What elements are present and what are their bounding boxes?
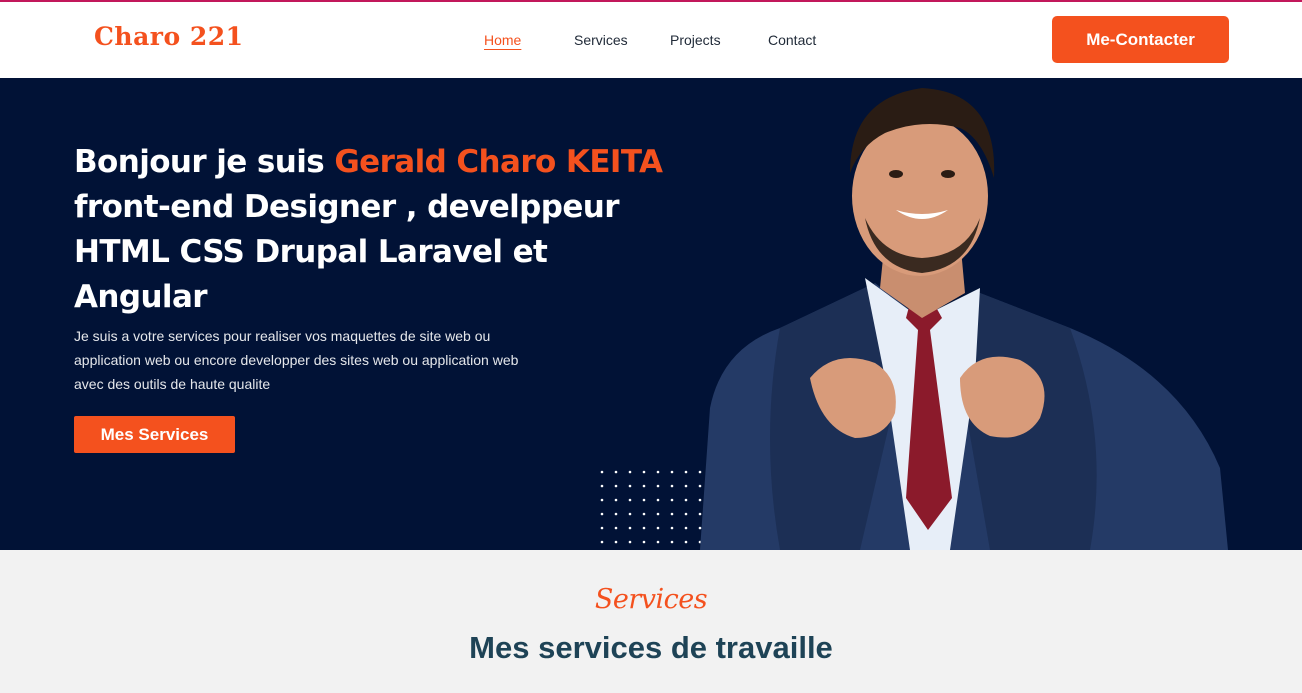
services-script-label: Services — [594, 584, 708, 615]
hero-section: Bonjour je suis Gerald Charo KEITA front… — [0, 78, 1302, 550]
services-section: Services Mes services de travaille — [0, 550, 1302, 693]
nav-contact[interactable]: Contact — [768, 32, 816, 48]
contact-button[interactable]: Me-Contacter — [1052, 16, 1229, 63]
nav-projects[interactable]: Projects — [670, 32, 721, 48]
hero-title-prefix: Bonjour je suis — [74, 144, 335, 180]
nav-services[interactable]: Services — [574, 32, 628, 48]
logo[interactable]: Charo 221 — [94, 22, 244, 51]
hero-title-name: Gerald Charo KEITA — [334, 144, 663, 180]
hero-title: Bonjour je suis Gerald Charo KEITA front… — [74, 140, 674, 320]
site-header: Charo 221 Home Services Projects Contact… — [0, 2, 1302, 78]
services-cta-button[interactable]: Mes Services — [74, 416, 235, 453]
services-heading: Mes services de travaille — [469, 630, 833, 665]
profile-photo — [700, 88, 1228, 550]
hero-description: Je suis a votre services pour realiser v… — [74, 328, 519, 392]
nav-home[interactable]: Home — [484, 32, 521, 48]
hero-title-rest: front-end Designer , develppeur HTML CSS… — [74, 189, 620, 315]
